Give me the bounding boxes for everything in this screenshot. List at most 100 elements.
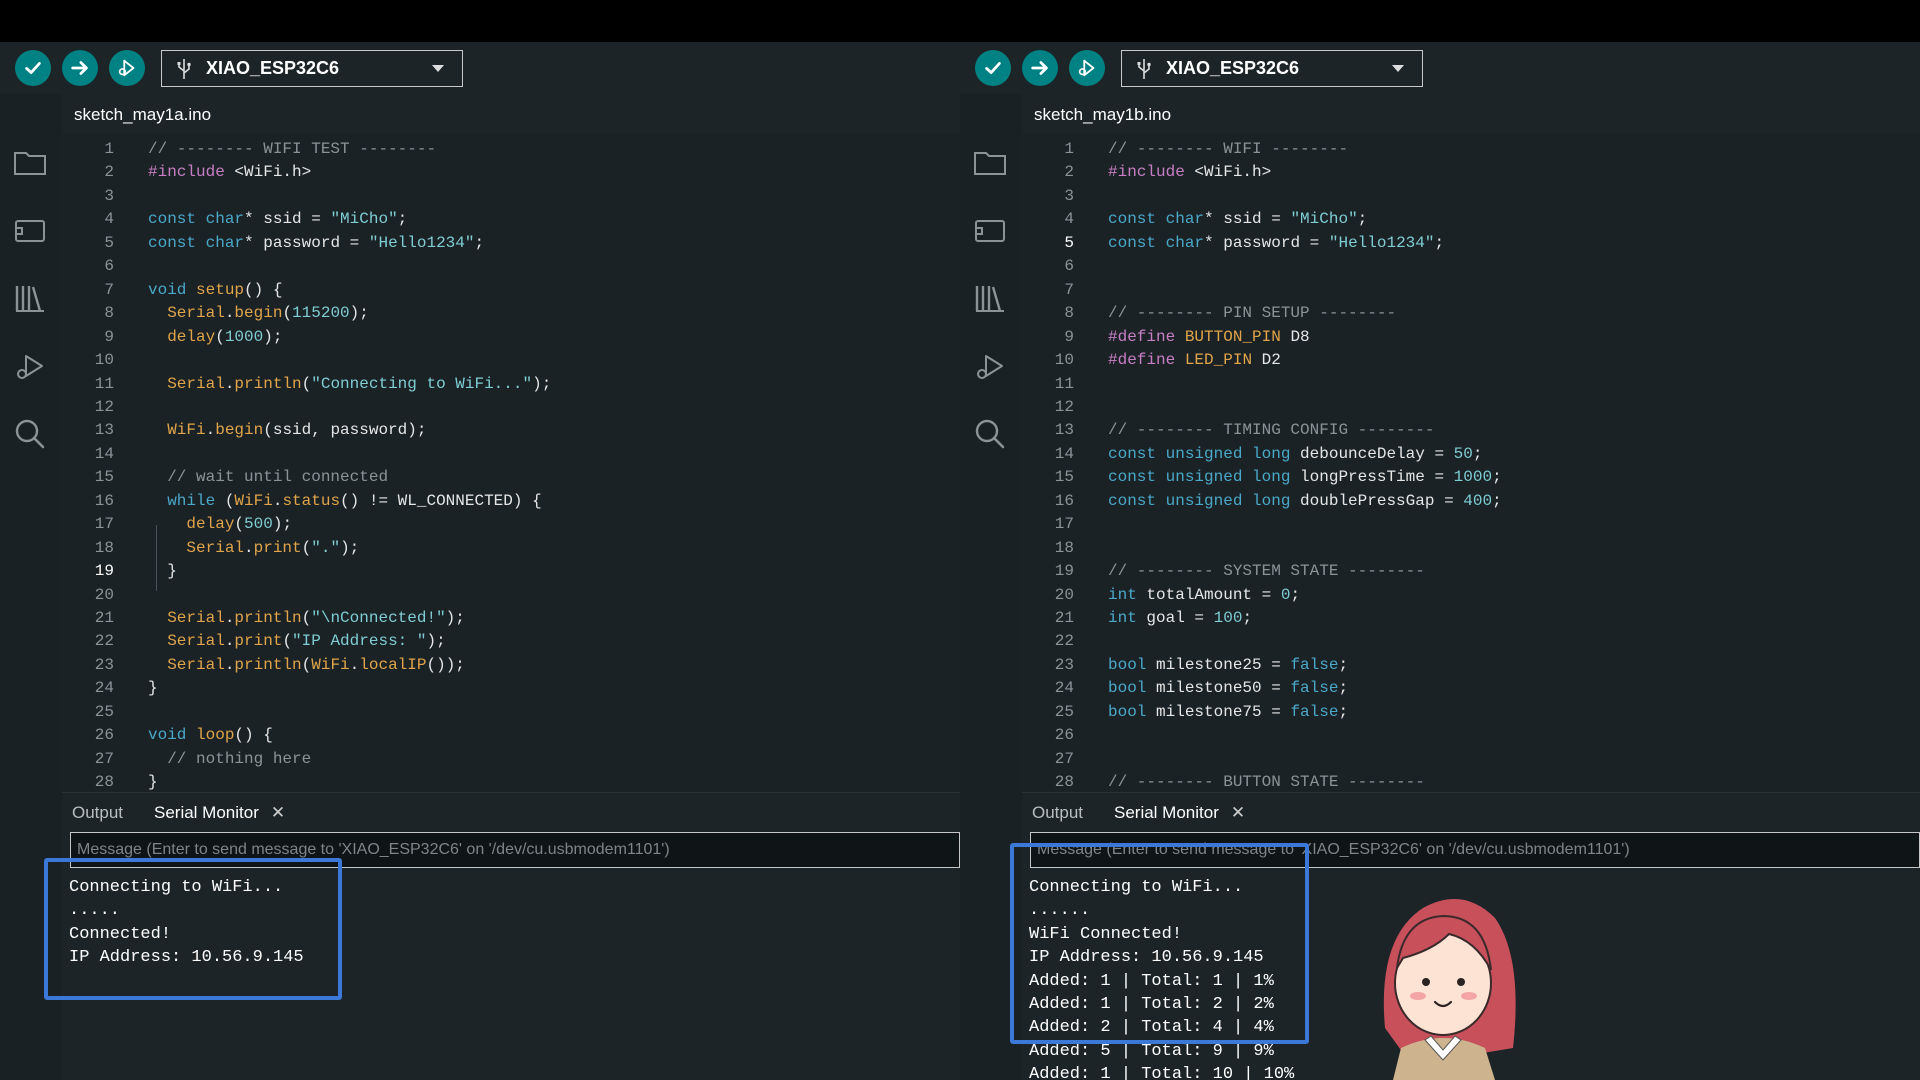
code-text: while (WiFi.status() != WL_CONNECTED) { bbox=[167, 491, 542, 510]
line-number: 19 bbox=[1054, 562, 1074, 581]
code-line: 20 int totalAmount = 0; bbox=[1022, 584, 1920, 607]
line-number: 19 bbox=[94, 562, 114, 581]
code-line: 28} bbox=[62, 771, 960, 794]
upload-button[interactable] bbox=[62, 50, 98, 86]
code-text: // -------- SYSTEM STATE -------- bbox=[1108, 562, 1425, 581]
line-number: 25 bbox=[94, 702, 114, 721]
board-selector[interactable]: XIAO_ESP32C6 bbox=[161, 50, 463, 87]
line-number: 26 bbox=[1054, 726, 1074, 745]
code-line: 21 Serial.println("\nConnected!"); bbox=[62, 607, 960, 630]
line-number: 16 bbox=[94, 491, 114, 510]
code-text: Serial.println("Connecting to WiFi..."); bbox=[167, 374, 552, 393]
verify-button[interactable] bbox=[15, 50, 51, 86]
code-line: 12 bbox=[62, 396, 960, 419]
upload-button[interactable] bbox=[1022, 50, 1058, 86]
line-number: 10 bbox=[1054, 351, 1074, 370]
boards-manager-button[interactable] bbox=[972, 212, 1008, 248]
line-number: 2 bbox=[1064, 163, 1074, 182]
debug-icon bbox=[118, 59, 135, 77]
chevron-down-icon[interactable] bbox=[432, 65, 444, 72]
tab-serial-monitor[interactable]: Serial Monitor ✕ bbox=[154, 803, 285, 823]
code-line: 2 #include <WiFi.h> bbox=[62, 161, 960, 184]
code-text: int goal = 100; bbox=[1108, 609, 1253, 627]
close-icon[interactable]: ✕ bbox=[1231, 803, 1245, 822]
usb-icon bbox=[1137, 58, 1151, 79]
bottom-panel-tabs: Output Serial Monitor ✕ bbox=[62, 792, 960, 833]
code-line: 5 const char* password = "Hello1234"; bbox=[62, 232, 960, 255]
code-line: 8 // -------- PIN SETUP -------- bbox=[1022, 302, 1920, 325]
code-text: // -------- BUTTON STATE -------- bbox=[1108, 773, 1425, 792]
code-line: 2 #include <WiFi.h> bbox=[1022, 161, 1920, 184]
code-text: delay(1000); bbox=[167, 327, 283, 346]
line-number: 24 bbox=[1054, 679, 1074, 698]
file-tab[interactable]: sketch_may1a.ino bbox=[62, 100, 224, 130]
code-line: 11 bbox=[1022, 373, 1920, 396]
line-number: 8 bbox=[104, 304, 114, 323]
line-number: 13 bbox=[1054, 421, 1074, 440]
close-icon[interactable]: ✕ bbox=[271, 803, 285, 822]
file-tab[interactable]: sketch_may1b.ino bbox=[1022, 100, 1184, 130]
library-manager-button[interactable] bbox=[12, 280, 48, 316]
line-number: 12 bbox=[1054, 397, 1074, 416]
code-line: 24} bbox=[62, 677, 960, 700]
debug-button[interactable] bbox=[1069, 50, 1105, 86]
library-manager-button[interactable] bbox=[972, 280, 1008, 316]
highlight-box bbox=[1010, 843, 1309, 1044]
code-editor[interactable]: 1 // -------- WIFI -------- 2 #include <WiF… bbox=[1022, 134, 1920, 834]
sketchbook-button[interactable] bbox=[12, 144, 48, 180]
line-number: 6 bbox=[104, 257, 114, 276]
line-number: 26 bbox=[94, 726, 114, 745]
code-line: 8 Serial.begin(115200); bbox=[62, 302, 960, 325]
line-number: 25 bbox=[1054, 702, 1074, 721]
code-text: void setup() { bbox=[148, 280, 283, 299]
code-text: Serial.print("."); bbox=[186, 538, 360, 557]
code-text: // -------- WIFI TEST -------- bbox=[148, 140, 437, 158]
line-number: 13 bbox=[94, 421, 114, 440]
code-text: // wait until connected bbox=[148, 468, 389, 487]
chevron-down-icon[interactable] bbox=[1392, 65, 1404, 72]
code-line: 27 bbox=[1022, 748, 1920, 771]
code-line: 25 bool milestone75 = false; bbox=[1022, 701, 1920, 724]
code-line: 1 // -------- WIFI TEST -------- bbox=[62, 138, 960, 161]
tab-serial-monitor-label: Serial Monitor bbox=[154, 803, 259, 822]
tab-output[interactable]: Output bbox=[1032, 803, 1083, 823]
search-button[interactable] bbox=[12, 416, 48, 452]
board-selector[interactable]: XIAO_ESP32C6 bbox=[1121, 50, 1423, 87]
toolbar: XIAO_ESP32C6 bbox=[960, 42, 1920, 94]
code-line: 17 delay(500); bbox=[62, 513, 960, 536]
line-number: 14 bbox=[1054, 444, 1074, 463]
code-line: 21 int goal = 100; bbox=[1022, 607, 1920, 630]
debug-button[interactable] bbox=[109, 50, 145, 86]
tab-serial-monitor[interactable]: Serial Monitor ✕ bbox=[1114, 803, 1245, 823]
check-icon bbox=[985, 62, 1001, 74]
search-button[interactable] bbox=[972, 416, 1008, 452]
debug-panel-button[interactable] bbox=[972, 348, 1008, 384]
code-text: bool milestone50 = false; bbox=[1108, 679, 1349, 698]
code-text: const unsigned long longPressTime = 1000… bbox=[1108, 468, 1502, 487]
code-line: 27 // nothing here bbox=[62, 748, 960, 771]
sketchbook-button[interactable] bbox=[972, 144, 1008, 180]
line-number: 17 bbox=[94, 515, 114, 534]
verify-button[interactable] bbox=[975, 50, 1011, 86]
line-number: 11 bbox=[94, 374, 114, 393]
code-text: Serial.println(WiFi.localIP()); bbox=[167, 655, 465, 674]
code-line: 22 Serial.print("IP Address: "); bbox=[62, 630, 960, 653]
tab-output[interactable]: Output bbox=[72, 803, 123, 823]
code-line: 16 const unsigned long doublePressGap = 4… bbox=[1022, 490, 1920, 513]
code-text: void loop() { bbox=[148, 726, 273, 745]
code-line: 14 bbox=[62, 443, 960, 466]
line-number: 18 bbox=[94, 538, 114, 557]
boards-manager-button[interactable] bbox=[12, 212, 48, 248]
line-number: 6 bbox=[1064, 257, 1074, 276]
board-name: XIAO_ESP32C6 bbox=[1166, 58, 1300, 78]
debug-panel-button[interactable] bbox=[12, 348, 48, 384]
code-editor[interactable]: 1 // -------- WIFI TEST -------- 2 #include… bbox=[62, 134, 960, 834]
code-text: #define LED_PIN D2 bbox=[1108, 351, 1281, 370]
line-number: 20 bbox=[94, 585, 114, 604]
code-line: 9 #define BUTTON_PIN D8 bbox=[1022, 326, 1920, 349]
code-line: 10 bbox=[62, 349, 960, 372]
line-number: 11 bbox=[1054, 374, 1074, 393]
line-number: 15 bbox=[1054, 468, 1074, 487]
code-text: bool milestone25 = false; bbox=[1108, 655, 1349, 674]
line-number: 17 bbox=[1054, 515, 1074, 534]
